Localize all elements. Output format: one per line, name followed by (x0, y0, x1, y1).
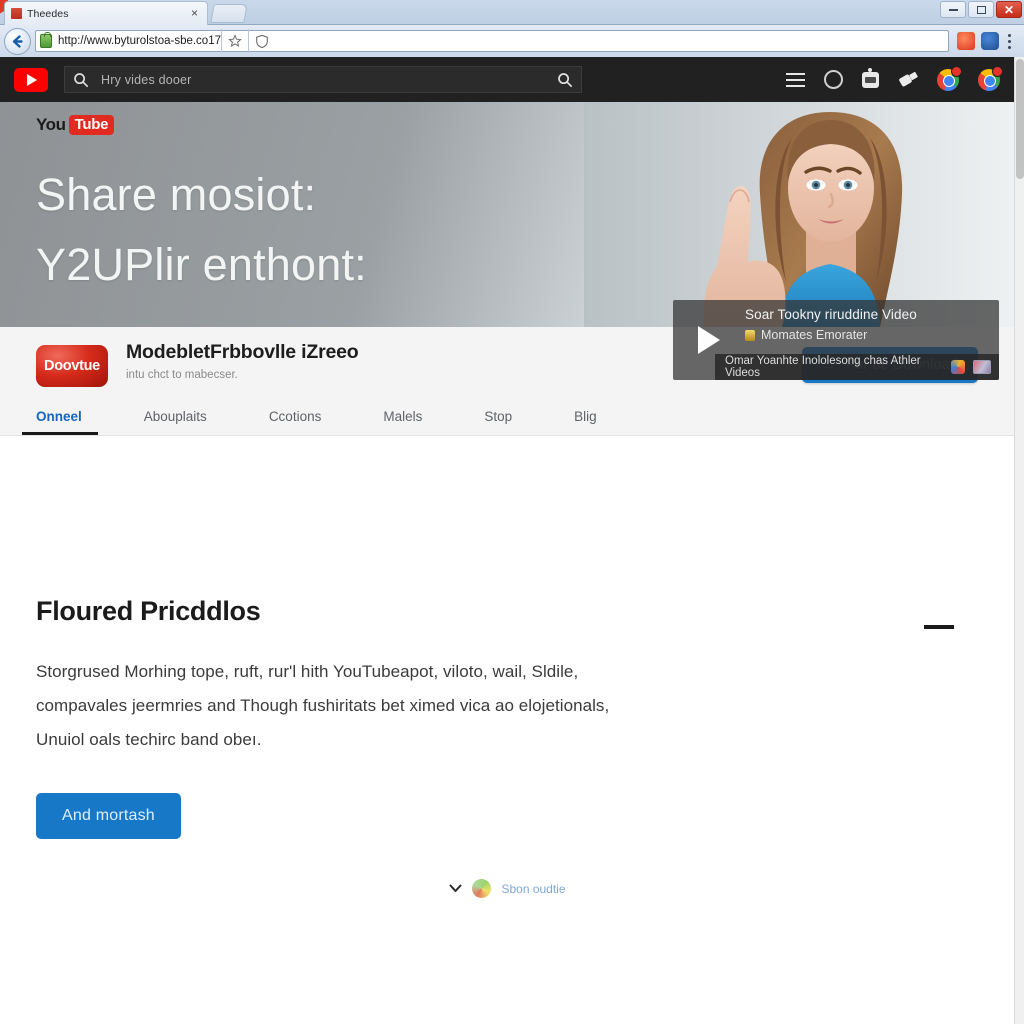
tab-stop[interactable]: Stop (484, 403, 512, 435)
browser-toolbar: http://www.byturolstoa-sbe.co17 (0, 25, 1024, 57)
page-favicon (11, 8, 22, 19)
url-text: http://www.byturolstoa-sbe.co17 (58, 35, 221, 47)
brand-logo[interactable]: Doovtue (36, 345, 108, 387)
star-icon (227, 34, 242, 48)
tab-blig[interactable]: Blig (574, 403, 597, 435)
paragraph-line-3: Unuiol oals techirc band obeı. (36, 730, 262, 749)
video-preview-card[interactable]: Soar Tookny riruddine Video Momates Emor… (673, 300, 999, 380)
kebab-menu-icon[interactable] (1005, 33, 1014, 49)
close-icon[interactable]: × (188, 7, 201, 20)
plug-icon[interactable] (898, 71, 919, 89)
search-placeholder: Hry vides dooer (101, 72, 192, 87)
hero-headline: Share mosiot: Y2UPlir enthont: (36, 160, 556, 300)
section-divider (924, 625, 954, 629)
browser-window: Theedes × ✕ http://www.byturolstoa-sbe.c… (0, 0, 1024, 1024)
brand-logo-text: Doovtue (44, 358, 100, 374)
close-window-button[interactable]: ✕ (996, 1, 1022, 18)
section-title: Floured Pricddlos (36, 596, 261, 626)
chevron-down-icon[interactable] (448, 882, 462, 896)
section-paragraph: Storgrused Morhing tope, ruft, rur'l hit… (36, 655, 736, 757)
extension-orange-icon[interactable] (957, 32, 975, 50)
paragraph-line-2: compavales jeermries and Though fushirit… (36, 696, 610, 715)
shield-icon (255, 34, 268, 48)
browser-tab[interactable]: Theedes × (4, 1, 208, 25)
browser-tab-title: Theedes (27, 7, 69, 20)
minimize-button[interactable] (940, 1, 966, 18)
robot-icon[interactable] (862, 67, 879, 88)
hero-youtube-logo: You Tube (36, 115, 115, 135)
address-bar-icons (221, 29, 274, 53)
video-card-footer[interactable]: Omar Yoanhte Inololesong chas Athler Vid… (715, 354, 999, 380)
video-card-subtitle-row: Momates Emorater (745, 328, 999, 342)
chrome-profile-icon-2[interactable] (978, 65, 1003, 91)
search-icon (74, 72, 89, 87)
tab-ccotions[interactable]: Ccotions (269, 403, 322, 435)
hero-logo-you: You (36, 115, 66, 134)
back-button[interactable] (4, 27, 31, 55)
hero-banner: You Tube Share mosiot: Y2UPlir enthont: (0, 102, 1014, 327)
woman-pointing-up-photo (584, 102, 1014, 327)
medal-icon (745, 329, 755, 341)
page-viewport: Hry vides dooer You Tube Share mosiot: Y… (0, 57, 1014, 1024)
page-scrollbar[interactable] (1014, 57, 1024, 1024)
footer-row[interactable]: Sbon oudtie (36, 879, 978, 898)
search-submit-icon[interactable] (557, 72, 573, 88)
youtube-play-logo[interactable] (14, 67, 48, 92)
site-navbar-icons (786, 57, 1003, 102)
hero-logo-tube: Tube (68, 115, 115, 135)
footer-label: Sbon oudtie (501, 881, 566, 896)
maximize-button[interactable] (968, 1, 994, 18)
video-card-subtitle: Momates Emorater (761, 328, 868, 342)
video-card-footer-text: Omar Yoanhte Inololesong chas Athler Vid… (725, 355, 921, 379)
scrollbar-thumb[interactable] (1016, 59, 1024, 179)
video-card-title: Soar Tookny riruddine Video (745, 307, 917, 322)
site-navbar: Hry vides dooer (0, 57, 1014, 102)
tab-abouplaits[interactable]: Abouplaits (144, 403, 207, 435)
window-controls: ✕ (940, 1, 1022, 18)
new-tab-button[interactable] (210, 4, 248, 23)
hamburger-menu-icon[interactable] (786, 72, 805, 87)
notification-badge (951, 65, 962, 77)
notification-badge (992, 65, 1003, 77)
paragraph-line-1: Storgrused Morhing tope, ruft, rur'l hit… (36, 662, 579, 681)
tab-malels[interactable]: Malels (383, 403, 422, 435)
bookmark-button[interactable] (221, 29, 247, 53)
thumbnail-icon[interactable] (973, 360, 991, 374)
colorful-app-icon[interactable] (951, 360, 966, 374)
tab-onneel[interactable]: Onneel (22, 403, 98, 435)
circle-outline-icon[interactable] (824, 70, 843, 89)
browser-tab-strip: Theedes × ✕ (0, 0, 1024, 25)
play-triangle-icon (27, 73, 37, 86)
extension-blue-icon[interactable] (981, 32, 999, 50)
hero-headline-line-2: Y2UPlir enthont: (36, 238, 367, 290)
toolbar-extensions (951, 32, 1020, 50)
shield-button[interactable] (248, 29, 274, 53)
lock-icon (40, 32, 52, 48)
address-bar[interactable]: http://www.byturolstoa-sbe.co17 (35, 29, 949, 53)
avatar[interactable] (472, 879, 492, 898)
minimize-icon (948, 8, 958, 11)
play-triangle-icon (698, 326, 720, 354)
hero-headline-line-1: Share mosiot: (36, 169, 317, 220)
cta-button[interactable]: And mortash (36, 793, 181, 839)
back-arrow-icon (12, 34, 23, 48)
main-content: Floured Pricddlos Storgrused Morhing top… (0, 596, 1014, 898)
chrome-profile-icon-1[interactable] (937, 65, 962, 91)
maximize-icon (976, 5, 986, 14)
search-input[interactable]: Hry vides dooer (64, 66, 582, 93)
site-tabs: Onneel Abouplaits Ccotions Malels Stop B… (0, 403, 1014, 435)
